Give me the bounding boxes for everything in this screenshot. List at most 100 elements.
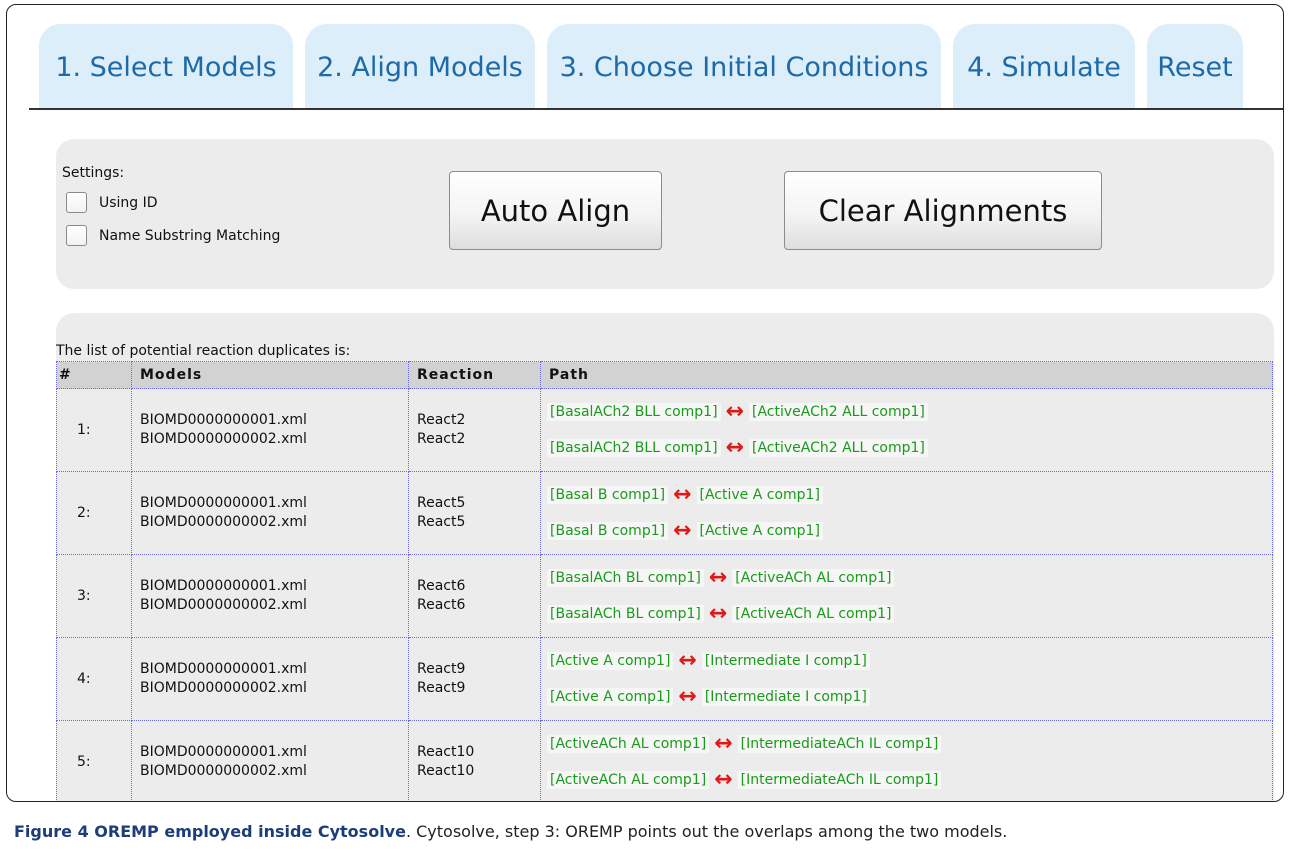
row-paths: [Basal B comp1] ↔ [Active A comp1] [Basal B…: [540, 471, 1273, 555]
reaction-name: React9: [417, 680, 466, 696]
row-reactions: React10 React10: [408, 720, 541, 801]
table-header-row: # Models Reaction Path: [56, 361, 1273, 389]
row-index: 4:: [56, 637, 132, 721]
reaction-name: React2: [417, 412, 466, 428]
reaction-name: React10: [417, 763, 475, 779]
auto-align-button[interactable]: Auto Align: [449, 171, 662, 250]
model-name: BIOMD0000000001.xml: [140, 744, 307, 760]
double-arrow-icon: ↔: [673, 482, 692, 507]
col-header-number: #: [56, 361, 132, 389]
reaction-name: React10: [417, 744, 475, 760]
row-reactions: React5 React5: [408, 471, 541, 555]
path-line: [Active A comp1] ↔ [Intermediate I comp1]: [547, 643, 1272, 679]
double-arrow-icon: ↔: [725, 399, 744, 424]
source-species: [BasalACh BL comp1]: [547, 569, 704, 587]
row-reactions: React9 React9: [408, 637, 541, 721]
tab-select-models[interactable]: 1. Select Models: [39, 24, 293, 110]
source-species: [ActiveACh AL comp1]: [547, 735, 710, 753]
model-name: BIOMD0000000001.xml: [140, 661, 307, 677]
using-id-label: Using ID: [99, 194, 158, 211]
figure-caption-title: Figure 4 OREMP employed inside Cytosolve: [14, 822, 406, 841]
tab-align-models[interactable]: 2. Align Models: [305, 24, 535, 110]
settings-panel: Settings: Using ID Name Substring Matchi…: [56, 139, 1274, 289]
double-arrow-icon: ↔: [708, 601, 728, 626]
app-window: 1. Select Models 2. Align Models 3. Choo…: [6, 4, 1284, 802]
table-row: 2: BIOMD0000000001.xml BIOMD0000000002.xml…: [56, 471, 1273, 555]
duplicates-table: # Models Reaction Path 1: BIOMD0000000001…: [56, 361, 1273, 801]
row-index: 2:: [56, 471, 132, 555]
source-species: [BasalACh2 BLL comp1]: [547, 403, 721, 421]
target-species: [Intermediate I comp1]: [701, 652, 870, 670]
name-substring-checkbox[interactable]: [66, 225, 87, 246]
source-species: [ActiveACh AL comp1]: [547, 771, 710, 789]
tab-choose-initial-conditions[interactable]: 3. Choose Initial Conditions: [547, 24, 941, 110]
reaction-name: React9: [417, 661, 466, 677]
double-arrow-icon: ↔: [678, 684, 697, 709]
col-header-path: Path: [540, 361, 1273, 389]
path-line: [BasalACh2 BLL comp1] ↔ [ActiveACh2 ALL co…: [547, 430, 1272, 466]
target-species: [ActiveACh2 ALL comp1]: [749, 439, 928, 457]
figure-caption: Figure 4 OREMP employed inside Cytosolve…: [14, 822, 1007, 841]
source-species: [BasalACh BL comp1]: [547, 605, 704, 623]
model-name: BIOMD0000000002.xml: [140, 514, 307, 530]
path-line: [BasalACh BL comp1] ↔ [ActiveACh AL comp1]: [547, 560, 1272, 596]
target-species: [Active A comp1]: [696, 522, 823, 540]
row-models: BIOMD0000000001.xml BIOMD0000000002.xml: [131, 388, 409, 472]
double-arrow-icon: ↔: [678, 648, 697, 673]
row-index: 5:: [56, 720, 132, 801]
double-arrow-icon: ↔: [714, 767, 733, 792]
table-row: 3: BIOMD0000000001.xml BIOMD0000000002.xml…: [56, 554, 1273, 638]
path-line: [ActiveACh AL comp1] ↔ [IntermediateACh IL…: [547, 726, 1272, 762]
target-species: [ActiveACh AL comp1]: [732, 605, 895, 623]
tab-reset[interactable]: Reset: [1147, 24, 1243, 110]
source-species: [BasalACh2 BLL comp1]: [547, 439, 721, 457]
figure-caption-text: . Cytosolve, step 3: OREMP points out th…: [405, 822, 1008, 841]
target-species: [Active A comp1]: [696, 486, 823, 504]
row-index: 1:: [56, 388, 132, 472]
row-reactions: React2 React2: [408, 388, 541, 472]
row-paths: [BasalACh2 BLL comp1] ↔ [ActiveACh2 ALL co…: [540, 388, 1273, 472]
row-models: BIOMD0000000001.xml BIOMD0000000002.xml: [131, 554, 409, 638]
source-species: [Basal B comp1]: [547, 486, 669, 504]
settings-title: Settings:: [62, 165, 125, 181]
row-models: BIOMD0000000001.xml BIOMD0000000002.xml: [131, 720, 409, 801]
target-species: [IntermediateACh IL comp1]: [737, 771, 942, 789]
table-row: 4: BIOMD0000000001.xml BIOMD0000000002.xml…: [56, 637, 1273, 721]
path-line: [BasalACh BL comp1] ↔ [ActiveACh AL comp1]: [547, 596, 1272, 632]
name-substring-label: Name Substring Matching: [99, 227, 281, 244]
double-arrow-icon: ↔: [714, 731, 733, 756]
path-line: [BasalACh2 BLL comp1] ↔ [ActiveACh2 ALL co…: [547, 394, 1272, 430]
name-substring-option: Name Substring Matching: [66, 225, 280, 246]
reaction-name: React6: [417, 597, 466, 613]
double-arrow-icon: ↔: [708, 565, 728, 590]
model-name: BIOMD0000000001.xml: [140, 495, 307, 511]
clear-alignments-button[interactable]: Clear Alignments: [784, 171, 1102, 250]
row-index: 3:: [56, 554, 132, 638]
tab-simulate[interactable]: 4. Simulate: [953, 24, 1135, 110]
tab-bar: 1. Select Models 2. Align Models 3. Choo…: [7, 22, 1283, 112]
row-paths: [ActiveACh AL comp1] ↔ [IntermediateACh IL…: [540, 720, 1273, 801]
source-species: [Basal B comp1]: [547, 522, 669, 540]
results-caption: The list of potential reaction duplicate…: [56, 343, 351, 359]
table-row: 5: BIOMD0000000001.xml BIOMD0000000002.xml…: [56, 720, 1273, 801]
path-line: [Basal B comp1] ↔ [Active A comp1]: [547, 513, 1272, 549]
results-panel: The list of potential reaction duplicate…: [56, 313, 1274, 801]
row-models: BIOMD0000000001.xml BIOMD0000000002.xml: [131, 637, 409, 721]
row-models: BIOMD0000000001.xml BIOMD0000000002.xml: [131, 471, 409, 555]
double-arrow-icon: ↔: [725, 435, 744, 460]
path-line: [Basal B comp1] ↔ [Active A comp1]: [547, 477, 1272, 513]
col-header-models: Models: [131, 361, 409, 389]
reaction-name: React5: [417, 495, 466, 511]
using-id-checkbox[interactable]: [66, 192, 87, 213]
model-name: BIOMD0000000002.xml: [140, 431, 307, 447]
source-species: [Active A comp1]: [547, 652, 674, 670]
target-species: [ActiveACh AL comp1]: [732, 569, 895, 587]
reaction-name: React5: [417, 514, 466, 530]
reaction-name: React2: [417, 431, 466, 447]
row-paths: [Active A comp1] ↔ [Intermediate I comp1][…: [540, 637, 1273, 721]
path-line: [ActiveACh AL comp1] ↔ [IntermediateACh IL…: [547, 762, 1272, 798]
reaction-name: React6: [417, 578, 466, 594]
model-name: BIOMD0000000002.xml: [140, 763, 307, 779]
model-name: BIOMD0000000001.xml: [140, 412, 307, 428]
path-line: [Active A comp1] ↔ [Intermediate I comp1]: [547, 679, 1272, 715]
